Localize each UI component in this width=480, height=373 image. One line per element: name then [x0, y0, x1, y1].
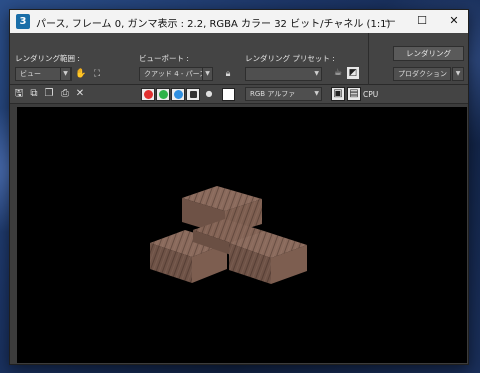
cpu-label: CPU [363, 90, 379, 99]
render-area-value: ビュー [20, 70, 41, 78]
toolbar-divider [368, 33, 369, 85]
maximize-button[interactable]: ☐ [406, 10, 438, 33]
minimize-button[interactable]: — [374, 10, 406, 33]
save-icon[interactable]: 🖫 [13, 88, 25, 100]
render-viewport[interactable] [17, 107, 467, 363]
render-frame-window: 3 パース, フレーム 0, ガンマ表示 : 2.2, RGBA カラー 32 … [9, 9, 469, 365]
toggle-ui-icon[interactable]: ▤ [347, 87, 361, 101]
red-channel-toggle[interactable] [141, 88, 155, 101]
preset-dropdown[interactable]: ▼ [245, 67, 322, 81]
production-value: プロダクション [398, 70, 447, 78]
blue-channel-toggle[interactable] [171, 88, 185, 101]
display-correction-icon[interactable]: ▣ [331, 87, 345, 101]
monochrome-icon[interactable]: ● [203, 88, 215, 100]
frame-buffer-toolbar: 🖫 ⧉ ❐ ⎙ ✕ ● RGB アルファ ▼ ▣ ▤ CPU [10, 85, 468, 104]
preset-label: レンダリング プリセット : [245, 54, 335, 63]
channel-value: RGB アルファ [250, 90, 296, 98]
app-icon: 3 [16, 14, 30, 29]
color-swatch[interactable] [222, 88, 235, 101]
auto-region-icon[interactable]: ⛶ [91, 68, 103, 80]
clone-icon[interactable]: ❐ [43, 88, 55, 100]
copy-icon[interactable]: ⧉ [28, 88, 40, 100]
viewport-label: ビューポート : [139, 54, 189, 63]
alpha-channel-toggle[interactable] [186, 88, 200, 101]
clear-icon[interactable]: ✕ [74, 88, 86, 100]
green-channel-toggle[interactable] [156, 88, 170, 101]
channel-dropdown[interactable]: RGB アルファ ▼ [245, 87, 322, 101]
lock-icon[interactable]: 🔒︎ [222, 68, 234, 80]
viewport-value: クアッド 4 - パース [144, 70, 207, 78]
window-title: パース, フレーム 0, ガンマ表示 : 2.2, RGBA カラー 32 ビッ… [36, 19, 391, 30]
edit-icon[interactable]: ◩ [347, 67, 359, 79]
viewport-dropdown-arrow[interactable]: ▼ [202, 67, 213, 81]
production-dropdown-arrow[interactable]: ▼ [452, 67, 464, 81]
render-area-dropdown-arrow[interactable]: ▼ [60, 67, 71, 81]
production-dropdown[interactable]: プロダクション [393, 67, 451, 81]
rendered-image [150, 186, 307, 284]
print-icon[interactable]: ⎙ [59, 88, 71, 100]
edit-region-icon[interactable]: ✋ [75, 68, 87, 80]
title-bar: 3 パース, フレーム 0, ガンマ表示 : 2.2, RGBA カラー 32 … [10, 10, 468, 33]
close-button[interactable]: ✕ [438, 10, 468, 33]
render-area-label: レンダリング範囲 : [15, 54, 80, 63]
render-button[interactable]: レンダリング [393, 46, 464, 61]
render-settings-toolbar: レンダリング範囲 : ビュー ▼ ✋ ⛶ ビューポート : クアッド 4 - パ… [10, 33, 468, 85]
teapot-icon[interactable]: ☕︎ [332, 67, 344, 79]
